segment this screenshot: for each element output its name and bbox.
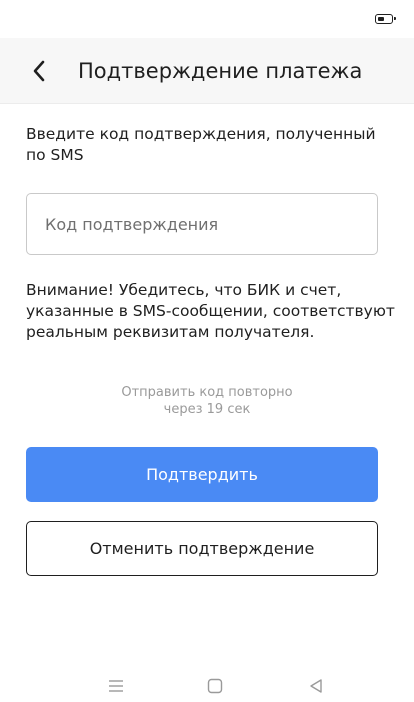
nav-menu-button[interactable] (96, 670, 136, 702)
instruction-text: Введите код подтверждения, полученный по… (26, 125, 376, 164)
confirm-button[interactable]: Подтвердить (26, 447, 378, 502)
resend-countdown: через 19 сек (163, 402, 251, 417)
confirmation-code-input[interactable] (26, 193, 378, 255)
status-bar (0, 0, 414, 38)
resend-code-label: Отправить код повторно (121, 385, 293, 400)
page-title: Подтверждение платежа (78, 59, 363, 83)
back-button[interactable] (22, 54, 56, 88)
header: Подтверждение платежа (0, 38, 414, 104)
menu-icon (109, 680, 123, 692)
back-triangle-icon (310, 679, 322, 693)
cancel-confirmation-button[interactable]: Отменить подтверждение (26, 521, 378, 576)
chevron-left-icon (33, 60, 45, 82)
resend-code-timer: Отправить код повторно через 19 сек (0, 384, 414, 418)
nav-home-button[interactable] (195, 670, 235, 702)
nav-back-button[interactable] (296, 670, 336, 702)
warning-text: Внимание! Убедитесь, что БИК и счет, ука… (26, 281, 395, 341)
home-square-icon (207, 678, 223, 694)
system-nav-bar (0, 670, 414, 702)
battery-icon (375, 14, 396, 24)
